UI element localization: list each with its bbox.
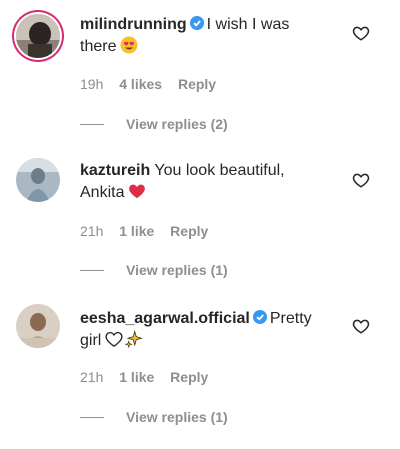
white-heart-emoji-icon [105,331,123,347]
reply-button[interactable]: Reply [170,369,208,385]
like-heart-icon[interactable] [352,24,370,42]
comment-text: kaztureih You look beautiful, Ankita [80,160,330,204]
avatar[interactable] [16,14,60,58]
avatar[interactable] [16,304,60,348]
reply-button[interactable]: Reply [178,76,216,92]
verified-badge-icon [252,310,267,324]
like-heart-icon[interactable] [352,171,370,189]
timestamp[interactable]: 19h [80,76,103,92]
verified-badge-icon [189,16,204,30]
comment-text: eesha_agarwal.official Pretty girl [80,308,330,352]
comment-body-line2: girl [80,332,102,349]
likes-count[interactable]: 1 like [119,369,154,385]
comment-body-line2: there [80,38,117,55]
view-replies-button[interactable]: View replies (1) [80,262,228,278]
comment-meta: 19h 4 likes Reply [80,76,228,92]
username[interactable]: eesha_agarwal.official [80,310,250,327]
timestamp[interactable]: 21h [80,223,103,239]
divider-line [80,416,104,418]
view-replies-label: View replies (1) [126,409,228,425]
timestamp[interactable]: 21h [80,369,103,385]
comment-body-line2: Ankita [80,184,125,201]
view-replies-button[interactable]: View replies (2) [80,116,228,132]
like-heart-icon[interactable] [352,317,370,335]
comment-body: You look beautiful, [154,162,285,179]
likes-count[interactable]: 4 likes [119,76,162,92]
divider-line [80,269,104,271]
username[interactable]: kaztureih [80,162,150,179]
comment-body: I wish I was [206,16,290,33]
view-replies-button[interactable]: View replies (1) [80,409,228,425]
sparkles-emoji-icon [125,330,144,348]
comment-meta: 21h 1 like Reply [80,223,220,239]
reply-button[interactable]: Reply [170,223,208,239]
comment-body: Pretty [269,310,312,327]
comment-text: milindrunning I wish I was there [80,14,330,58]
view-replies-label: View replies (2) [126,116,228,132]
heart-eyes-emoji-icon [120,36,138,54]
divider-line [80,123,104,125]
view-replies-label: View replies (1) [126,262,228,278]
username[interactable]: milindrunning [80,16,187,33]
avatar[interactable] [16,158,60,202]
red-heart-emoji-icon [129,184,146,199]
likes-count[interactable]: 1 like [119,223,154,239]
comment-meta: 21h 1 like Reply [80,369,220,385]
